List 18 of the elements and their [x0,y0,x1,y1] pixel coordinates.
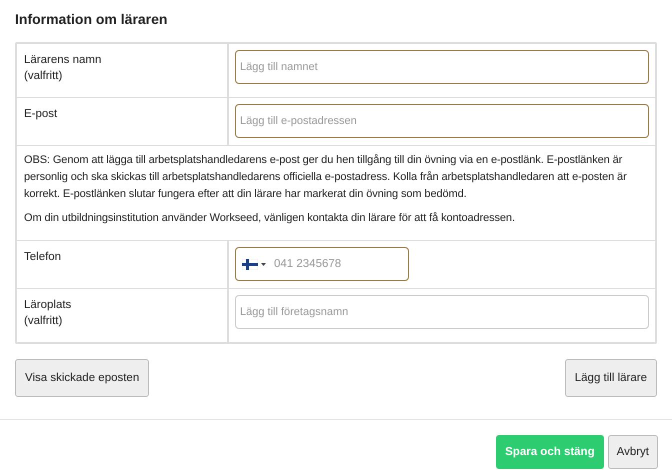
field-label: Telefon [24,250,62,265]
field-label: Lärarens namn [24,53,102,68]
flag-icon[interactable] [242,258,258,270]
input-field[interactable]: Lägg till e-postadressen [235,104,649,138]
note-text: Om din utbildningsinstitution använder Workseed, vänligen kontakta din lärare för att få kontoadressen. [24,211,516,226]
section-title: Information om läraren [14,10,168,29]
note-text: OBS: Genom att lägga till arbetsplatshandledarens e-post ger du hen tillgång till din övning via en e-postlänk. E-postlänken är personlig och ska skickas till arbetsplatshandledarens officiella e-postadress. Kolla från arbetsplatshandledaren att e-posten är korrekt. E-postlänken slutar fungera efter att din lärare har markerat din övning som bedömd. [24,153,628,202]
field-label: E-post [24,107,58,122]
input-field[interactable]: Lägg till företagsnamn [235,295,649,329]
optional-label: (valfritt) [24,314,64,329]
field-label: Läroplats [24,298,72,313]
optional-label: (valfritt) [24,69,64,84]
caret-icon[interactable] [261,262,266,266]
cancel-button[interactable]: Avbryt [608,435,658,469]
add-teacher-button[interactable]: Lägg till lärare [564,359,657,397]
input-field[interactable]: Lägg till namnet [235,50,649,84]
show-sent-button[interactable]: Visa skickade eposten [15,359,150,397]
phone-field[interactable]: 041 2345678 [235,247,409,281]
